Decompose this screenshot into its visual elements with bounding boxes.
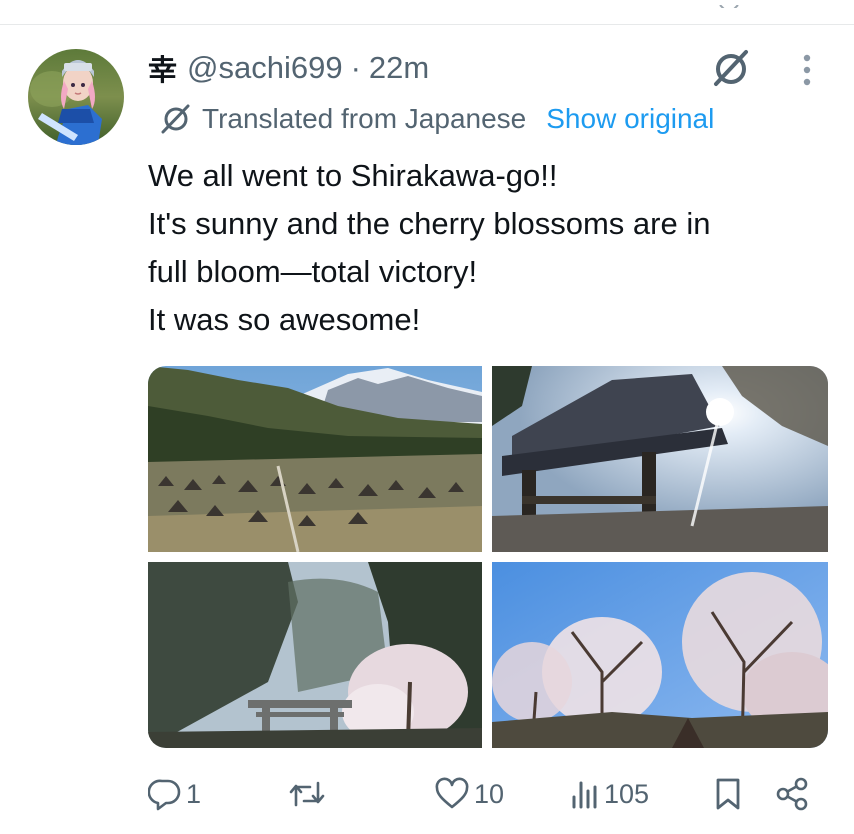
repost-button[interactable]	[288, 774, 330, 814]
tweet-text: We all went to Shirakawa-go!! It's sunny…	[148, 152, 838, 344]
display-name[interactable]: 幸	[148, 47, 177, 89]
photo-mountain-village[interactable]	[148, 366, 482, 552]
translation-row: Translated from Japanese Show original	[158, 98, 714, 140]
tweet-text-line: full bloom—total victory!	[148, 254, 478, 289]
translated-label: Translated from Japanese	[202, 103, 527, 134]
tweet-text-line: We all went to Shirakawa-go!!	[148, 158, 558, 193]
more-options-button[interactable]	[792, 48, 822, 92]
views-icon	[572, 781, 597, 809]
more-dots-icon	[803, 54, 811, 86]
top-divider	[0, 24, 854, 25]
bookmark-icon	[716, 778, 740, 810]
reply-icon	[148, 779, 181, 811]
share-button[interactable]	[774, 774, 810, 814]
grok-button[interactable]	[708, 46, 752, 90]
timestamp[interactable]: 22m	[369, 50, 429, 86]
share-icon	[776, 777, 808, 811]
reply-button[interactable]: 1	[148, 774, 201, 814]
heart-icon	[435, 777, 469, 809]
photo-cherry-blossoms[interactable]	[492, 562, 828, 748]
show-original-link[interactable]: Show original	[546, 103, 714, 135]
bookmark-button[interactable]	[712, 774, 744, 814]
views-button[interactable]: 105	[570, 774, 649, 814]
tweet-text-line: It was so awesome!	[148, 302, 421, 337]
avatar[interactable]	[28, 49, 124, 145]
photo-torii-forest[interactable]	[148, 562, 482, 748]
like-button[interactable]: 10	[434, 774, 504, 814]
header-separator: ·	[350, 50, 361, 85]
photo-temple-sun[interactable]	[492, 366, 828, 552]
tweet-header: 幸 @sachi699 · 22m	[148, 48, 429, 88]
handle[interactable]: @sachi699	[187, 50, 343, 86]
previous-tweet-icon-fragment	[718, 0, 740, 8]
tweet-text-line: It's sunny and the cherry blossoms are i…	[148, 206, 711, 241]
views-count: 105	[604, 778, 650, 809]
like-count: 10	[474, 778, 505, 809]
repost-icon	[289, 781, 325, 807]
reply-count: 1	[186, 778, 202, 809]
grok-icon	[714, 50, 748, 86]
media-grid	[148, 366, 828, 748]
translate-icon	[161, 104, 190, 134]
